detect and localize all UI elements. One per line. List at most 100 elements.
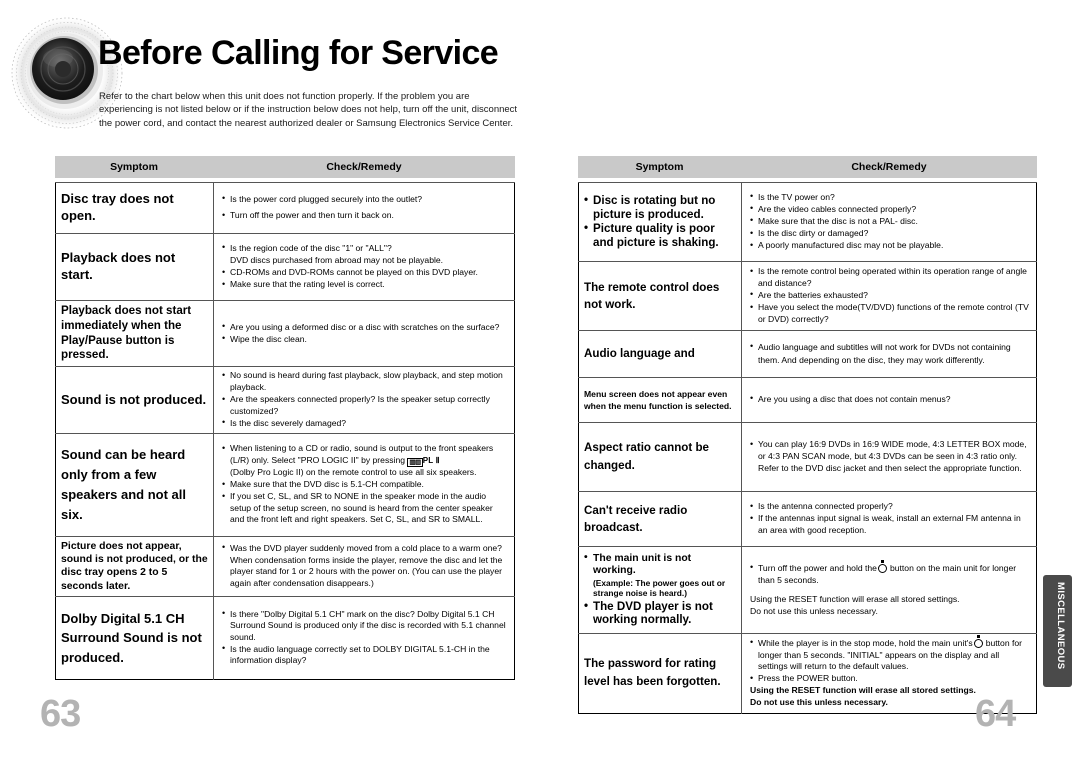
table-row: Can't receive radio broadcast. Is the an… <box>578 491 1037 547</box>
remedy-list: You can play 16:9 DVDs in 16:9 WIDE mode… <box>750 439 1031 474</box>
list-item: Wipe the disc clean. <box>222 333 509 346</box>
note-line: Do not use this unless necessary. <box>750 605 878 616</box>
list-item: Make sure that the DVD disc is 5.1-CH co… <box>222 479 509 491</box>
remedy-list: When listening to a CD or radio, sound i… <box>222 443 509 526</box>
remedy-text-pre: Turn off the power and hold the <box>758 563 877 574</box>
list-item: DVD discs purchased from abroad may not … <box>230 254 444 265</box>
table-row: Disc is rotating but no picture is produ… <box>578 182 1037 262</box>
symptom-cell: The password for rating level has been f… <box>578 633 742 714</box>
list-item: Press the POWER button. <box>750 673 1031 685</box>
list-item: The main unit is not working. <box>584 552 736 578</box>
section-tab-miscellaneous[interactable]: MISCELLANEOUS <box>1043 575 1072 687</box>
list-item: Are the batteries exhausted? <box>750 289 1031 302</box>
symptom-list: The main unit is not working. (Example: … <box>584 552 736 628</box>
table-row: Audio language and Audio language and su… <box>578 330 1037 378</box>
page-number-left: 63 <box>40 693 81 735</box>
dolby-logo-icon: ▥▥ <box>407 457 423 467</box>
remedy-cell: Is there "Dolby Digital 5.1 CH" mark on … <box>213 596 515 680</box>
table-row: Aspect ratio cannot be changed. You can … <box>578 422 1037 492</box>
list-item: Turn off the power and hold thebutton on… <box>750 560 1031 586</box>
list-item: A poorly manufactured disc may not be pl… <box>750 240 1031 252</box>
remedy-list: Is the antenna connected properly? If th… <box>750 501 1031 536</box>
list-item: Is the power cord plugged securely into … <box>222 193 509 206</box>
remedy-cell: Turn off the power and hold thebutton on… <box>741 546 1037 634</box>
remedy-list: Is there "Dolby Digital 5.1 CH" mark on … <box>222 608 509 667</box>
remedy-cell: Is the power cord plugged securely into … <box>213 182 515 234</box>
column-header-symptom: Symptom <box>635 161 684 173</box>
symptom-cell: Playback does not start. <box>55 233 214 301</box>
list-item: Are the video cables connected properly? <box>750 203 1031 216</box>
table-header-row: Symptom Check/Remedy <box>578 156 1037 178</box>
list-item: Is there "Dolby Digital 5.1 CH" mark on … <box>222 608 509 644</box>
remedy-cell: Is the antenna connected properly? If th… <box>741 491 1037 547</box>
list-item: Disc is rotating but no picture is produ… <box>584 193 736 222</box>
table-row: Playback does not start. Is the region c… <box>55 233 515 301</box>
symptom-cell: The remote control does not work. <box>578 261 742 331</box>
remedy-list: Audio language and subtitles will not wo… <box>750 340 1031 367</box>
section-tab-label: MISCELLANEOUS <box>1055 582 1066 670</box>
list-item: Is the audio language correctly set to D… <box>222 643 509 667</box>
list-item: Are you using a deformed disc or a disc … <box>222 321 509 334</box>
list-item: Make sure that the disc is not a PAL- di… <box>750 215 1031 228</box>
table-row: Sound can be heard only from a few speak… <box>55 432 515 537</box>
troubleshooting-table-right: Symptom Check/Remedy Disc is rotating bu… <box>578 156 1037 714</box>
list-item: While the player is in the stop mode, ho… <box>750 635 1031 673</box>
remedy-list: Are you using a deformed disc or a disc … <box>222 321 509 346</box>
symptom-cell: Menu screen does not appear even when th… <box>578 377 742 423</box>
remedy-cell: Are you using a deformed disc or a disc … <box>213 299 515 368</box>
spacer <box>750 587 1031 593</box>
symptom-cell: Picture does not appear, sound is not pr… <box>55 535 214 598</box>
remedy-text-pre: While the player is in the stop mode, ho… <box>758 638 973 648</box>
list-item: When listening to a CD or radio, sound i… <box>222 443 509 467</box>
symptom-cell: Can't receive radio broadcast. <box>578 491 742 547</box>
list-item: Have you select the mode(TV/DVD) functio… <box>750 302 1031 325</box>
power-button-icon <box>877 560 889 574</box>
remedy-cell: Was the DVD player suddenly moved from a… <box>213 535 515 598</box>
remedy-cell: Is the TV power on? Are the video cables… <box>741 182 1037 262</box>
list-item: If the antennas input signal is weak, in… <box>750 513 1031 536</box>
column-header-symptom: Symptom <box>110 161 158 173</box>
table-row: Disc tray does not open. Is the power co… <box>55 182 515 234</box>
column-header-remedy: Check/Remedy <box>851 161 927 173</box>
table-row: Menu screen does not appear even when th… <box>578 377 1037 423</box>
table-header-row: Symptom Check/Remedy <box>55 156 515 178</box>
symptom-cell: Audio language and <box>578 330 742 378</box>
remedy-cell: You can play 16:9 DVDs in 16:9 WIDE mode… <box>741 422 1037 492</box>
symptom-cell: Dolby Digital 5.1 CH Surround Sound is n… <box>55 596 214 680</box>
table-row: The remote control does not work. Is the… <box>578 261 1037 331</box>
list-item: Is the antenna connected properly? <box>750 501 1031 513</box>
page-title: Before Calling for Service <box>98 34 499 72</box>
page-number-right: 64 <box>975 693 1016 735</box>
list-item: Turn off the power and then turn it back… <box>222 210 509 222</box>
remedy-list: Was the DVD player suddenly moved from a… <box>222 542 509 589</box>
list-item: Is the region code of the disc "1" or "A… <box>222 242 509 255</box>
table-row: Sound is not produced. No sound is heard… <box>55 366 515 434</box>
remedy-list: No sound is heard during fast playback, … <box>222 370 509 429</box>
remedy-list: Are you using a disc that does not conta… <box>750 393 1031 406</box>
table-row: The main unit is not working. (Example: … <box>578 546 1037 634</box>
list-item: Is the disc severely damaged? <box>222 417 509 430</box>
list-item: Is the disc dirty or damaged? <box>750 228 1031 240</box>
remedy-cell: Is the remote control being operated wit… <box>741 261 1037 331</box>
troubleshooting-table-left: Symptom Check/Remedy Disc tray does not … <box>55 156 515 681</box>
pro-logic-mark: PL Ⅱ <box>422 455 440 465</box>
table-row: The password for rating level has been f… <box>578 633 1037 714</box>
note-line: Using the RESET function will erase all … <box>750 593 960 604</box>
list-item: (Dolby Pro Logic II) on the remote contr… <box>230 467 477 478</box>
table-row: Dolby Digital 5.1 CH Surround Sound is n… <box>55 596 515 680</box>
list-item: Audio language and subtitles will not wo… <box>750 340 1031 367</box>
table-body: Disc is rotating but no picture is produ… <box>578 182 1037 714</box>
symptom-subnote: (Example: The power goes out or strange … <box>593 577 726 599</box>
list-item: Are you using a disc that does not conta… <box>750 393 1031 406</box>
column-header-remedy: Check/Remedy <box>326 161 402 173</box>
remedy-cell: No sound is heard during fast playback, … <box>213 366 515 434</box>
remedy-list: Is the region code of the disc "1" or "A… <box>222 242 509 291</box>
remedy-cell: Are you using a disc that does not conta… <box>741 377 1037 423</box>
remedy-list: Turn off the power and hold thebutton on… <box>750 560 1031 617</box>
power-button-icon <box>973 635 985 648</box>
list-item: Was the DVD player suddenly moved from a… <box>222 542 509 589</box>
remedy-cell: Is the region code of the disc "1" or "A… <box>213 233 515 301</box>
list-item: CD-ROMs and DVD-ROMs cannot be played on… <box>222 267 509 279</box>
list-item: Is the remote control being operated wit… <box>750 266 1031 289</box>
table-row: Picture does not appear, sound is not pr… <box>55 535 515 598</box>
